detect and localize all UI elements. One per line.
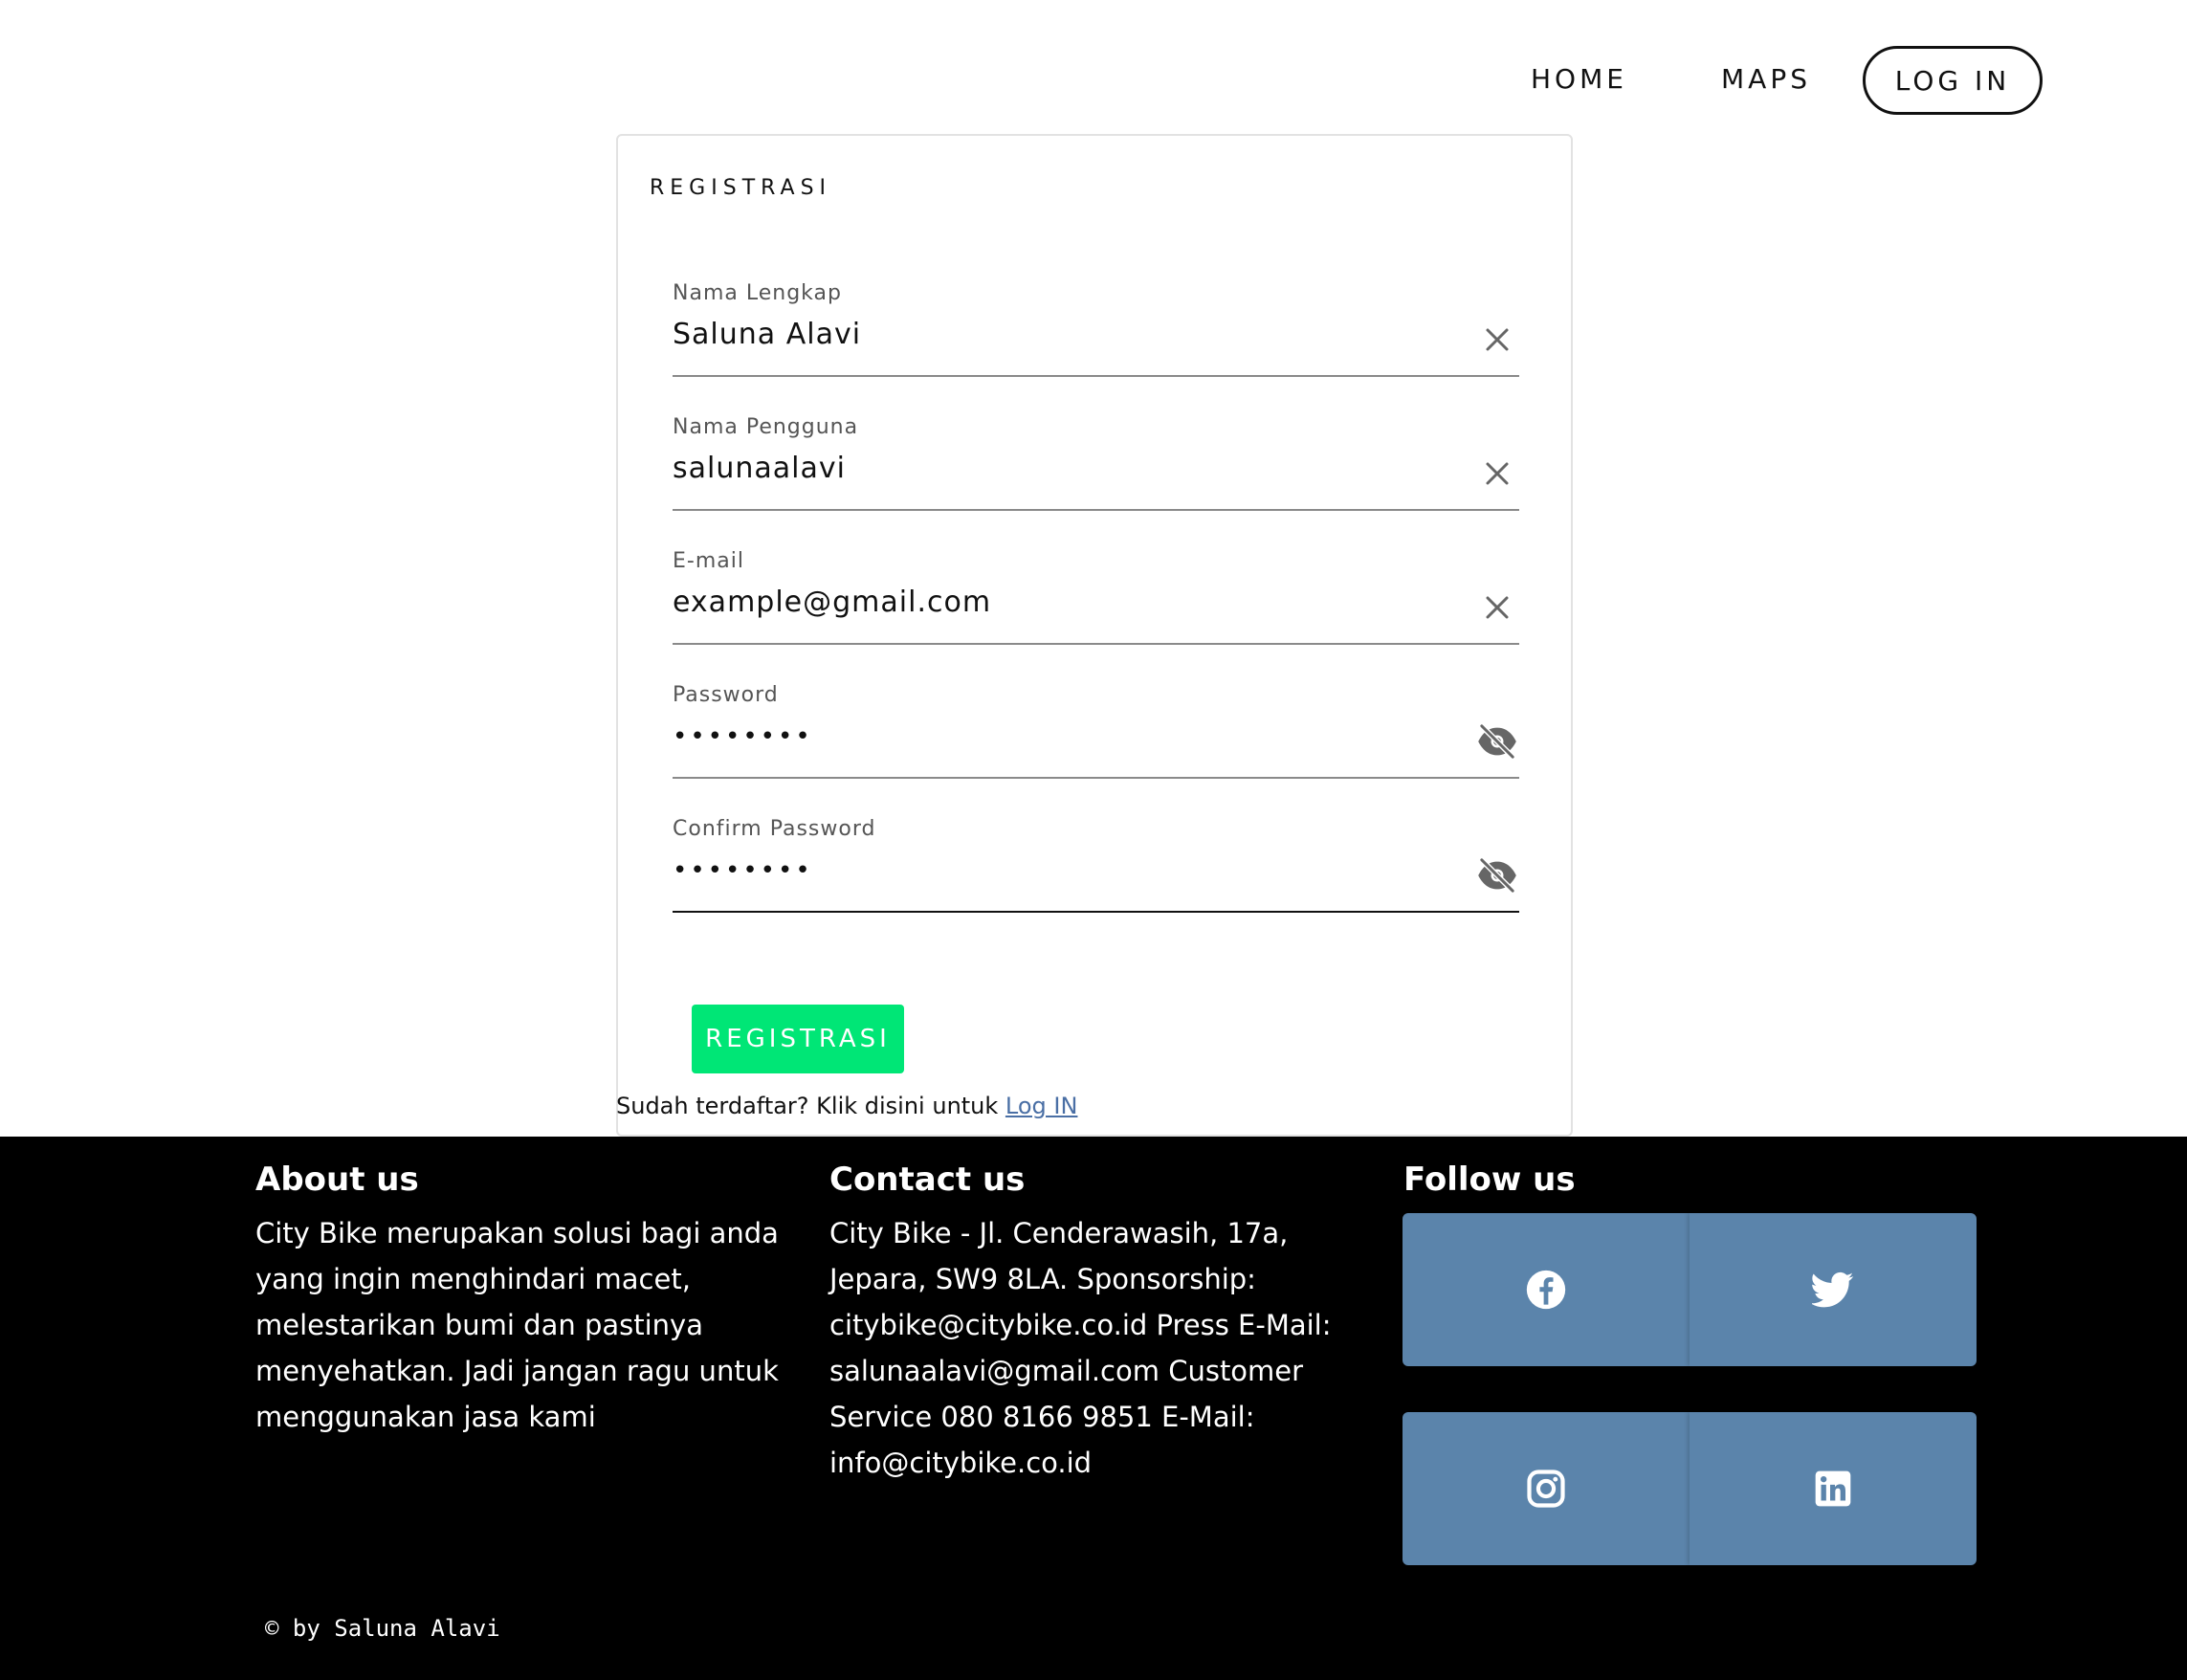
card-title: REGISTRASI <box>650 176 832 200</box>
confirm-password-label: Confirm Password <box>673 817 876 841</box>
clear-icon[interactable] <box>1475 318 1519 362</box>
facebook-button[interactable] <box>1403 1213 1690 1366</box>
username-input[interactable]: salunaalavi <box>673 448 1457 490</box>
instagram-button[interactable] <box>1403 1412 1690 1565</box>
username-field[interactable]: Nama Pengguna salunaalavi <box>673 415 1519 511</box>
about-text: City Bike merupakan solusi bagi anda yan… <box>255 1217 779 1433</box>
facebook-icon <box>1526 1270 1566 1310</box>
contact-title: Contact us <box>829 1161 1026 1199</box>
clear-icon[interactable] <box>1475 452 1519 496</box>
twitter-icon <box>1812 1271 1854 1308</box>
eye-off-icon[interactable] <box>1475 853 1519 897</box>
clear-icon[interactable] <box>1475 586 1519 630</box>
username-underline <box>673 509 1519 511</box>
instagram-icon <box>1527 1470 1565 1508</box>
top-nav: HOME MAPS LOG IN <box>0 0 2187 134</box>
email-input[interactable]: example@gmail.com <box>673 582 1457 624</box>
username-label: Nama Pengguna <box>673 415 859 439</box>
register-button-label: REGISTRASI <box>705 1025 891 1053</box>
email-underline <box>673 643 1519 645</box>
nav-maps-link[interactable]: MAPS <box>1721 57 1811 101</box>
linkedin-button[interactable] <box>1690 1412 1977 1565</box>
nav-home-link[interactable]: HOME <box>1531 57 1627 101</box>
password-underline <box>673 777 1519 779</box>
already-registered-label: Sudah terdaftar? Klik disini untuk <box>616 1093 1005 1119</box>
page: HOME MAPS LOG IN REGISTRASI Nama Lengkap… <box>0 0 2187 1680</box>
login-link[interactable]: Log IN <box>1005 1093 1078 1119</box>
contact-text: City Bike - Jl. Cenderawasih, 17a, Jepar… <box>829 1217 1332 1479</box>
confirm-password-underline <box>673 910 1519 913</box>
full-name-underline <box>673 375 1519 377</box>
confirm-password-input[interactable]: •••••••• <box>673 850 1457 892</box>
full-name-input[interactable]: Saluna Alavi <box>673 314 1457 356</box>
copyright: © by Saluna Alavi <box>265 1615 500 1642</box>
footer-follow: Follow us <box>1403 1161 2044 1210</box>
full-name-field[interactable]: Nama Lengkap Saluna Alavi <box>673 281 1519 377</box>
linkedin-icon <box>1815 1470 1851 1507</box>
nav-login-button[interactable]: LOG IN <box>1863 46 2043 115</box>
password-label: Password <box>673 683 779 707</box>
follow-title: Follow us <box>1403 1161 1576 1199</box>
footer: About us City Bike merupakan solusi bagi… <box>0 1137 2187 1680</box>
about-title: About us <box>255 1161 419 1199</box>
password-field[interactable]: Password •••••••• <box>673 683 1519 779</box>
footer-contact: Contact us City Bike - Jl. Cenderawasih,… <box>829 1161 1365 1486</box>
nav-login-label: LOG IN <box>1894 64 2011 97</box>
footer-about: About us City Bike merupakan solusi bagi… <box>255 1161 801 1440</box>
eye-off-icon[interactable] <box>1475 719 1519 763</box>
already-registered-text: Sudah terdaftar? Klik disini untuk Log I… <box>616 1093 1077 1119</box>
password-input[interactable]: •••••••• <box>673 716 1457 758</box>
register-button[interactable]: REGISTRASI <box>692 1005 904 1073</box>
twitter-button[interactable] <box>1690 1213 1977 1366</box>
email-field[interactable]: E-mail example@gmail.com <box>673 549 1519 645</box>
email-label: E-mail <box>673 549 744 573</box>
full-name-label: Nama Lengkap <box>673 281 842 305</box>
confirm-password-field[interactable]: Confirm Password •••••••• <box>673 817 1519 913</box>
registration-card: REGISTRASI Nama Lengkap Saluna Alavi Nam… <box>616 134 1573 1137</box>
